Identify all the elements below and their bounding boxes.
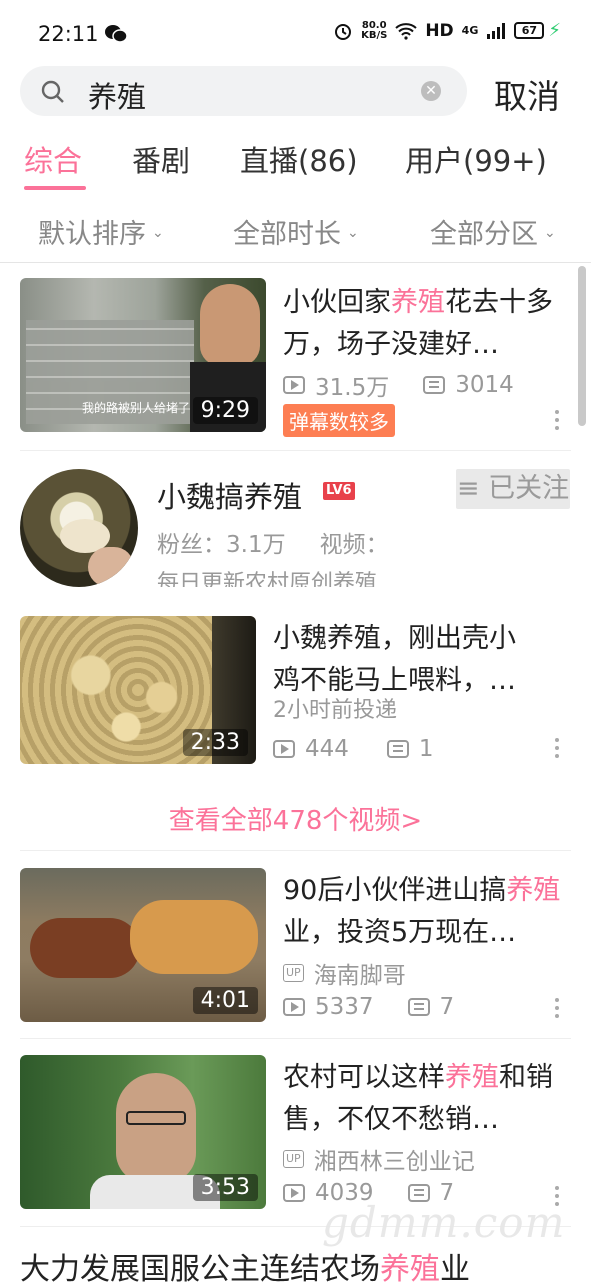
play-count-icon: [283, 998, 305, 1016]
video-thumbnail[interactable]: 2:33: [20, 616, 256, 764]
status-time: 22:11: [38, 22, 99, 46]
search-bar[interactable]: 养殖 ✕: [20, 66, 467, 116]
video-title[interactable]: 小魏养殖，刚出壳小 鸡不能马上喂料，…: [273, 618, 571, 702]
fans-count: 粉丝：3.1万: [157, 532, 286, 558]
video-thumbnail[interactable]: 3:53: [20, 1055, 266, 1209]
duration: 3:53: [192, 1174, 258, 1201]
thumbnail-cow: [30, 918, 140, 978]
thumbnail-glasses: [126, 1111, 186, 1125]
filter-bar: 默认排序 ⌄ 全部时长 ⌄ 全部分区 ⌄: [0, 206, 591, 260]
duration: 4:01: [192, 987, 258, 1014]
play-count: 444: [305, 736, 349, 762]
more-options-icon[interactable]: [555, 410, 559, 430]
status-right: 80.0 KB/S HD 4G 67 ⚡: [333, 20, 561, 41]
watermark: gdmm.com: [322, 1198, 566, 1247]
cancel-button[interactable]: 取消: [494, 70, 560, 118]
video-thumbnail[interactable]: 4:01: [20, 868, 266, 1022]
user-stats: 粉丝：3.1万 视频：: [157, 525, 389, 559]
divider: [0, 262, 591, 263]
filter-duration[interactable]: 全部时长 ⌄: [233, 212, 359, 251]
uploader-icon: UP: [283, 1150, 304, 1168]
view-all-videos-link[interactable]: 查看全部478个视频>: [0, 800, 591, 837]
divider: [20, 1038, 571, 1039]
video-count: 视频：: [319, 532, 389, 558]
danmaku-icon: [386, 740, 409, 758]
play-count: 5337: [315, 994, 374, 1020]
video-uploader[interactable]: UP 海南脚哥: [283, 956, 406, 990]
video-title[interactable]: 90后小伙伴进山搞养殖业，投资5万现在…: [283, 870, 571, 954]
more-options-icon[interactable]: [555, 998, 559, 1018]
thumbnail-cow: [130, 900, 258, 974]
active-tab-indicator: [24, 186, 86, 190]
upload-time: 2小时前投递: [273, 698, 397, 723]
net-speed: 80.0 KB/S: [361, 19, 388, 41]
scrollbar[interactable]: [578, 266, 586, 426]
avatar[interactable]: [20, 469, 138, 587]
thumbnail-face: [116, 1073, 196, 1183]
filter-category[interactable]: 全部分区 ⌄: [430, 212, 556, 251]
video-title[interactable]: 农村可以这样养殖和销售，不仅不愁销…: [283, 1057, 571, 1141]
chevron-down-icon: ⌄: [347, 225, 359, 241]
thumbnail-face: [200, 284, 260, 366]
video-thumbnail[interactable]: 我的路被别人给堵了 9:29: [20, 278, 266, 432]
chevron-down-icon: ⌄: [152, 225, 164, 241]
video-title[interactable]: 小伙回家养殖花去十多万，场子没建好…: [283, 282, 571, 366]
wechat-icon: [105, 25, 128, 43]
chevron-down-icon: ⌄: [544, 225, 556, 241]
play-count-icon: [273, 740, 295, 758]
search-icon: [41, 80, 64, 103]
divider: [20, 850, 571, 851]
user-bio: 每日更新农村原创养殖: [157, 571, 378, 587]
level-badge: LV6: [323, 482, 355, 500]
video-title[interactable]: 大力发展国服公主连结农场养殖业: [20, 1244, 470, 1288]
play-count-icon: [283, 1184, 305, 1202]
signal-icon: [487, 22, 506, 39]
tab-live[interactable]: 直播(86): [240, 138, 358, 180]
video-stats: 444 1: [273, 736, 434, 762]
play-count: 31.5万: [315, 375, 390, 401]
danmaku-count: 7: [439, 994, 455, 1020]
tab-bangumi[interactable]: 番剧: [132, 138, 190, 180]
tab-bar: 综合 番剧 直播(86) 用户(99+): [0, 138, 591, 194]
uploader-icon: UP: [283, 964, 304, 982]
popular-badge: 弹幕数较多: [283, 404, 395, 437]
video-stats: 5337 7: [283, 994, 454, 1020]
more-options-icon[interactable]: [555, 738, 559, 758]
hd-indicator: HD: [425, 20, 454, 41]
charging-icon: ⚡: [548, 20, 561, 41]
wifi-icon: [395, 22, 417, 40]
search-input[interactable]: 养殖: [88, 74, 146, 116]
duration: 2:33: [182, 729, 248, 756]
user-name[interactable]: 小魏搞养殖: [157, 474, 302, 516]
play-count-icon: [283, 376, 305, 394]
clear-icon[interactable]: ✕: [421, 81, 441, 101]
status-bar: 22:11 80.0 KB/S HD 4G 67 ⚡: [0, 0, 591, 70]
tab-users[interactable]: 用户(99+): [405, 138, 547, 180]
video-uploader[interactable]: UP 湘西林三创业记: [283, 1142, 475, 1176]
duration: 9:29: [192, 397, 258, 424]
alarm-icon: [335, 23, 352, 40]
filter-sort[interactable]: 默认排序 ⌄: [38, 212, 164, 251]
danmaku-icon: [407, 998, 430, 1016]
divider: [20, 450, 571, 451]
tab-all[interactable]: 综合: [24, 138, 82, 180]
battery-icon: 67: [514, 22, 545, 39]
network-type: 4G: [461, 24, 479, 37]
danmaku-icon: [423, 376, 446, 394]
follow-button[interactable]: ≡ 已关注: [456, 469, 570, 509]
danmaku-count: 1: [418, 736, 434, 762]
danmaku-count: 3014: [455, 372, 514, 398]
battery-level: 67: [521, 24, 538, 37]
thumbnail-caption: 我的路被别人给堵了: [82, 401, 191, 415]
video-stats: 31.5万 3014: [283, 368, 514, 402]
